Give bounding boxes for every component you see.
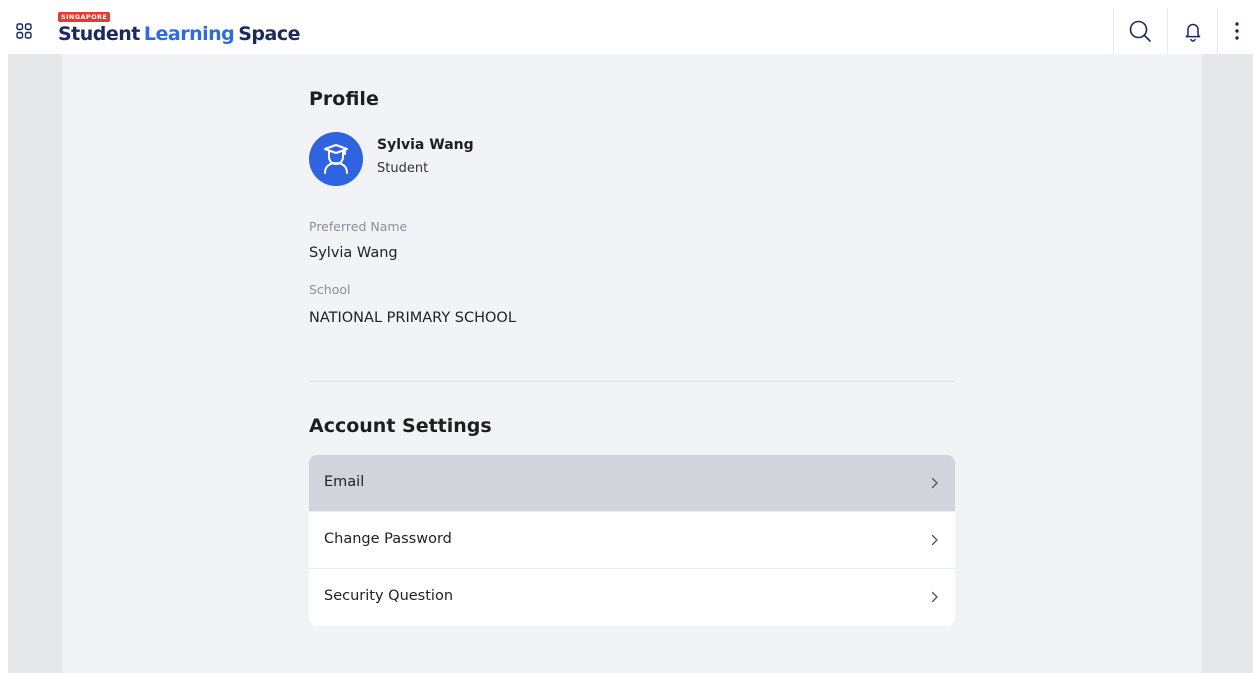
chevron-right-icon [931, 591, 938, 603]
preferred-name-label: Preferred Name [309, 219, 408, 234]
settings-item-label: Email [324, 474, 365, 490]
settings-item-email[interactable]: Email [309, 455, 955, 512]
account-settings-list: Email Change Password Security Question [309, 455, 955, 626]
preferred-name-value: Sylvia Wang [309, 245, 398, 261]
avatar [309, 132, 363, 186]
settings-item-label: Security Question [324, 588, 454, 604]
profile-title: Profile [309, 88, 379, 110]
right-gutter [1202, 54, 1253, 673]
brand-word-space: Space [238, 23, 301, 45]
header-divider [1113, 8, 1114, 54]
apps-grid-icon[interactable] [16, 23, 32, 39]
user-role: Student [377, 161, 429, 176]
brand-word-learning: Learning [143, 23, 235, 45]
school-value: NATIONAL PRIMARY SCHOOL [309, 310, 516, 326]
header-divider [1217, 8, 1218, 54]
brand-badge: SINGAPORE [58, 12, 111, 22]
settings-item-security-question[interactable]: Security Question [309, 569, 955, 626]
school-label: School [309, 282, 351, 297]
search-icon[interactable] [1127, 18, 1153, 44]
more-vertical-icon[interactable] [1224, 18, 1250, 44]
chevron-right-icon [931, 534, 938, 546]
brand-title: Student Learning Space [58, 22, 301, 46]
account-settings-title: Account Settings [309, 415, 492, 437]
left-gutter [8, 54, 62, 673]
section-divider [309, 381, 955, 382]
settings-item-change-password[interactable]: Change Password [309, 512, 955, 569]
user-name: Sylvia Wang [377, 137, 474, 153]
top-actions [1113, 8, 1253, 54]
brand-word-student: Student [58, 23, 140, 45]
student-graduate-icon [324, 144, 348, 174]
settings-item-label: Change Password [324, 531, 452, 547]
chevron-right-icon [931, 477, 938, 489]
top-bar: SINGAPORE Student Learning Space [8, 8, 1253, 54]
bell-icon[interactable] [1180, 18, 1206, 44]
header-divider [1167, 8, 1168, 54]
